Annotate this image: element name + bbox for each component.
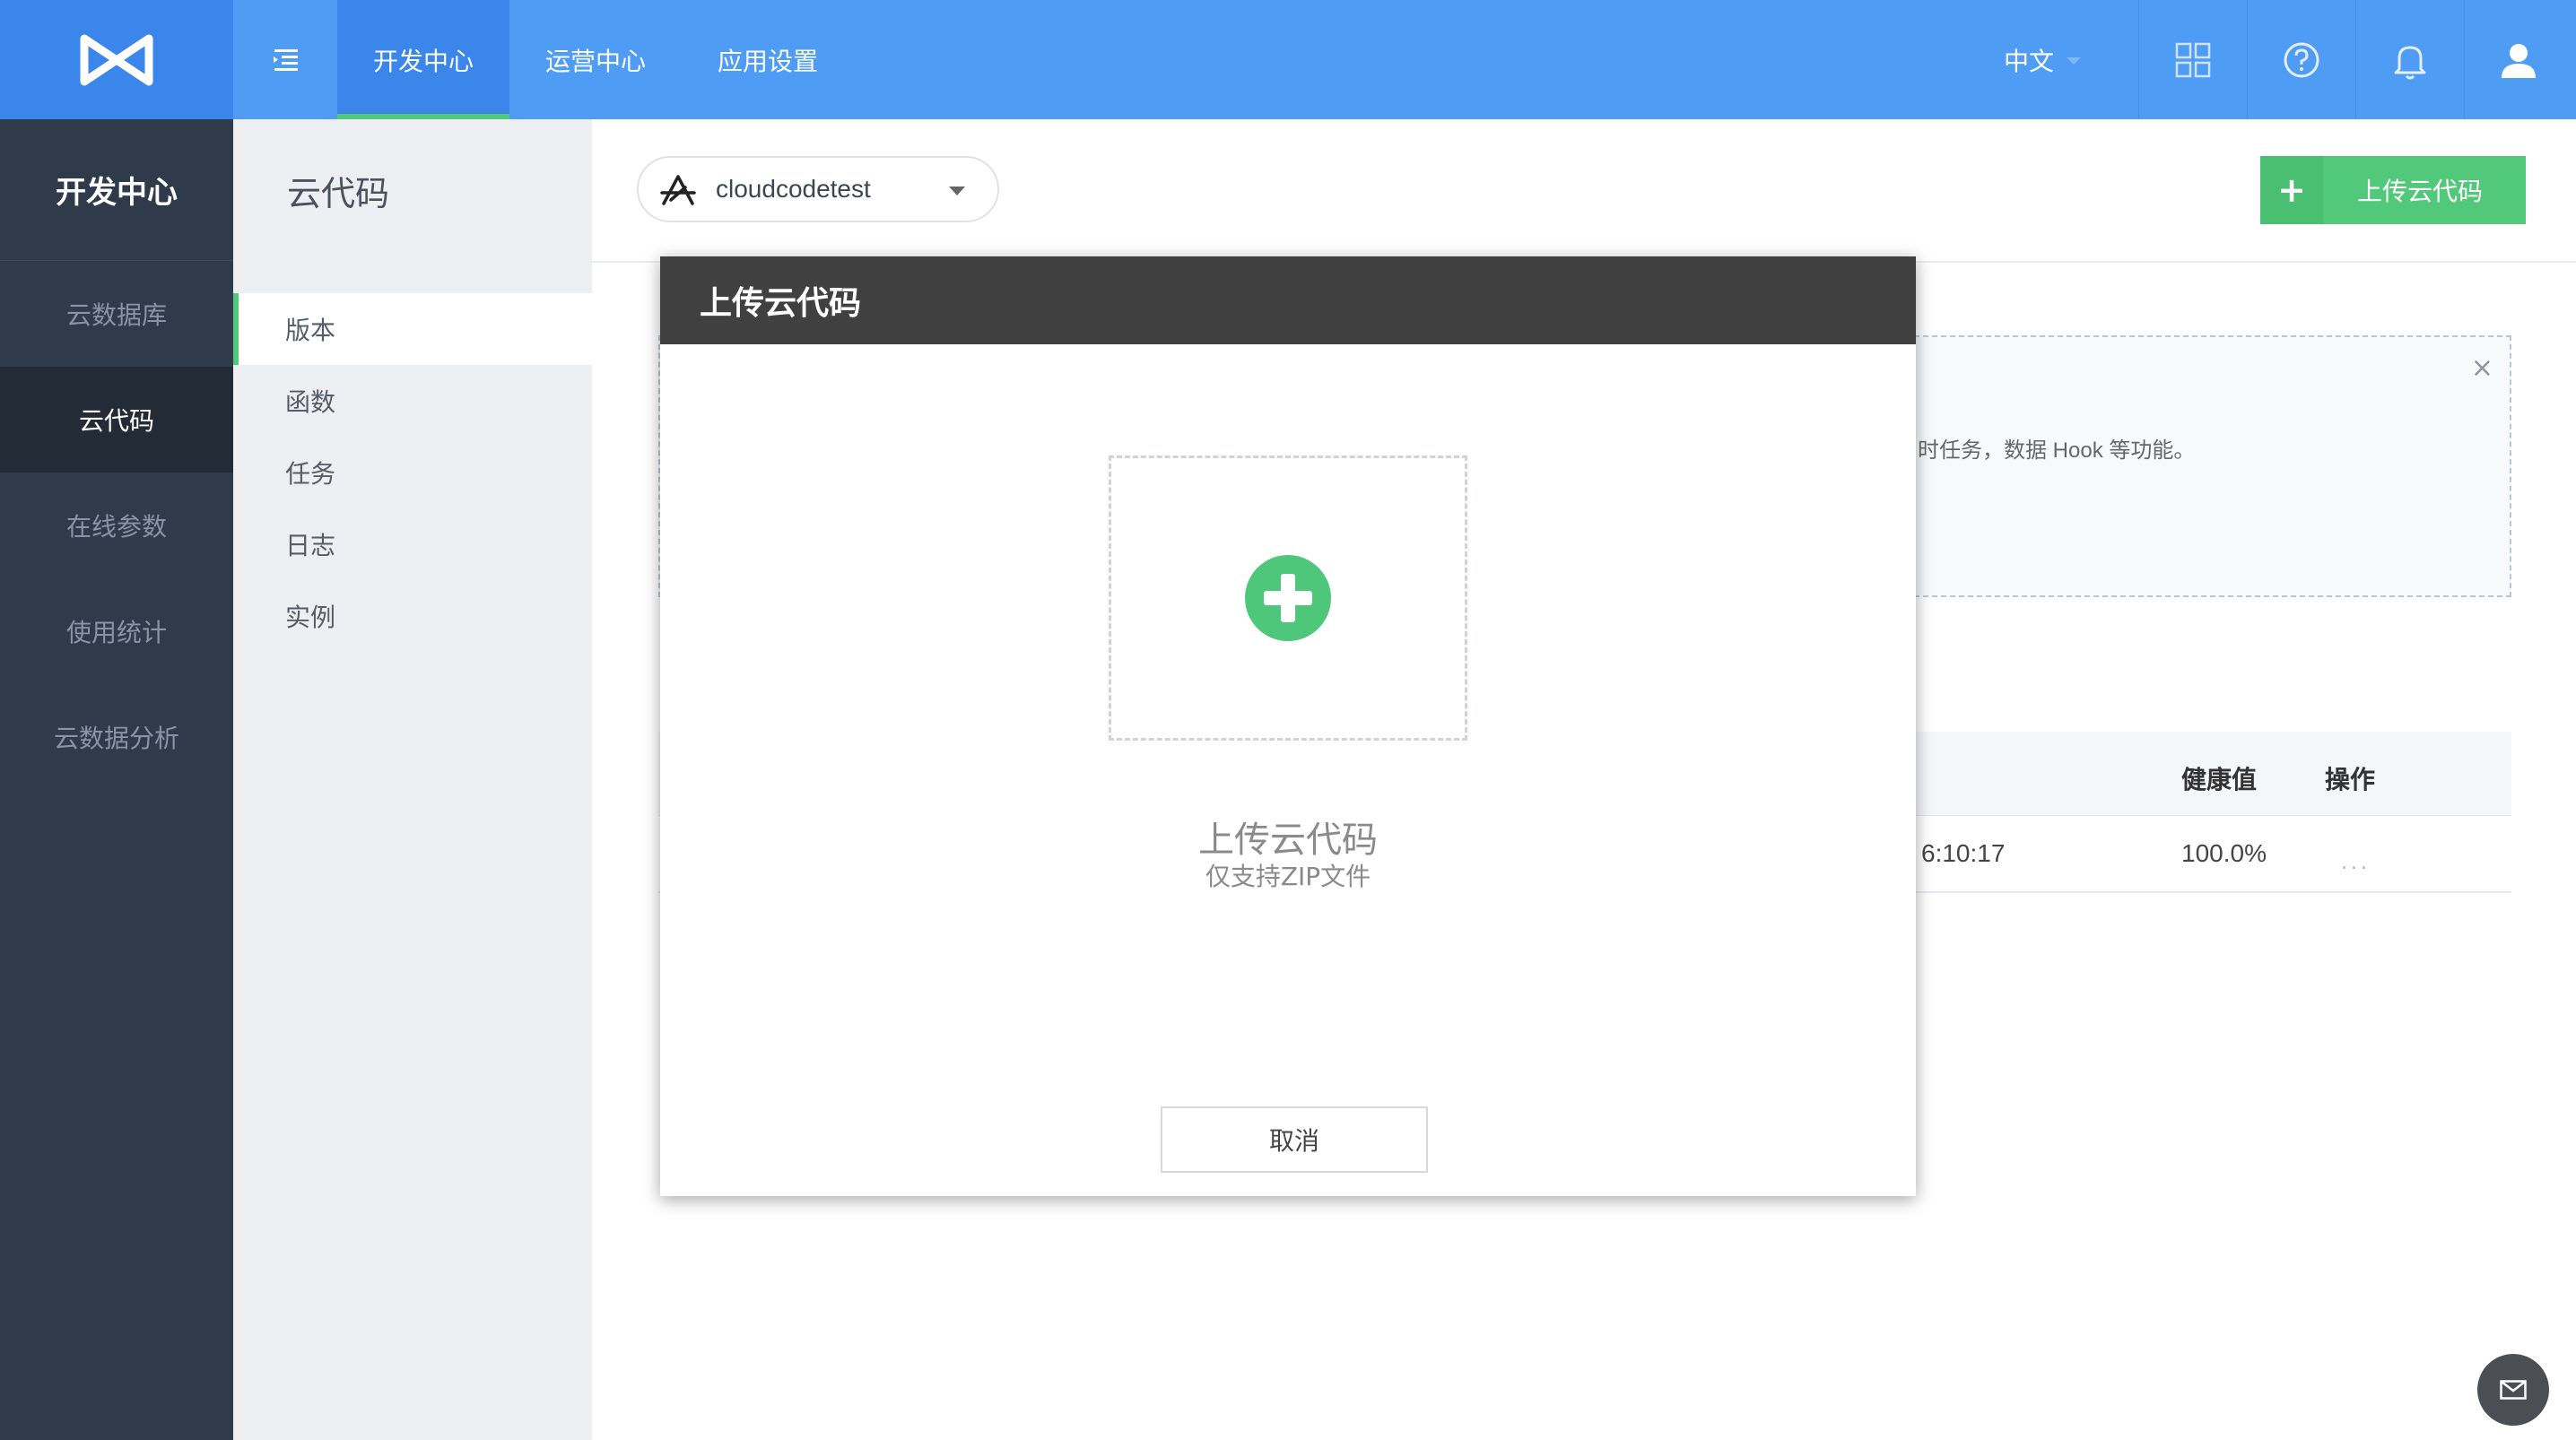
app-store-icon — [660, 175, 696, 205]
top-bar: 开发中心 运营中心 应用设置 中文 — [0, 0, 2576, 119]
upload-modal: 上传云代码 上传云代码 仅支持ZIP文件 取消 — [660, 256, 1916, 1196]
sidebar-item-cloud-database[interactable]: 云数据库 — [0, 261, 233, 367]
top-nav-ops-center[interactable]: 运营中心 — [509, 0, 682, 119]
notifications-button[interactable] — [2355, 0, 2464, 119]
mail-icon — [2500, 1380, 2527, 1400]
caret-down-icon — [949, 187, 965, 195]
top-nav: 开发中心 运营中心 应用设置 — [337, 0, 854, 119]
sidebar-item-cloud-code[interactable]: 云代码 — [0, 367, 233, 473]
help-icon — [2284, 42, 2319, 77]
feedback-button[interactable] — [2477, 1354, 2549, 1426]
close-icon[interactable]: × — [2471, 355, 2493, 382]
user-button[interactable] — [2464, 0, 2572, 119]
grid-icon — [2175, 42, 2211, 77]
app-selector-value: cloudcodetest — [716, 175, 871, 203]
sidebar-item-online-params[interactable]: 在线参数 — [0, 473, 233, 578]
column-header-actions: 操作 — [2325, 765, 2376, 794]
subnav-item-functions[interactable]: 函数 — [233, 365, 592, 437]
language-label: 中文 — [2004, 46, 2055, 76]
column-header-health: 健康值 — [2181, 765, 2258, 794]
upload-button-label: 上传云代码 — [2356, 177, 2483, 206]
app-selector[interactable]: cloudcodetest — [637, 156, 999, 222]
bell-icon — [2394, 46, 2426, 79]
top-nav-app-settings[interactable]: 应用设置 — [682, 0, 854, 119]
sidebar-item-usage-stats[interactable]: 使用统计 — [0, 578, 233, 684]
upload-cloud-code-button[interactable]: + 上传云代码 — [2260, 156, 2526, 224]
sidebar-title: 开发中心 — [0, 119, 233, 261]
notice-text: 时任务，数据 Hook 等功能。 — [1918, 438, 2196, 463]
dropzone-title: 上传云代码 — [1198, 820, 1378, 861]
subnav-title: 云代码 — [287, 173, 390, 213]
main-sidebar: 开发中心 云数据库 云代码 在线参数 使用统计 云数据分析 — [0, 119, 233, 1440]
sidebar-item-data-analysis[interactable]: 云数据分析 — [0, 684, 233, 790]
subnav-item-instances[interactable]: 实例 — [233, 580, 592, 652]
logo[interactable] — [0, 0, 233, 119]
chevron-down-icon — [2067, 56, 2082, 65]
user-icon — [2502, 43, 2536, 78]
more-actions-icon[interactable]: ... — [2341, 852, 2371, 874]
menu-toggle-button[interactable] — [233, 0, 337, 119]
sub-nav: 云代码 版本 函数 任务 日志 实例 — [233, 119, 592, 1440]
row-health: 100.0% — [2181, 839, 2267, 867]
subnav-item-logs[interactable]: 日志 — [233, 508, 592, 580]
language-selector[interactable]: 中文 — [2004, 0, 2082, 119]
row-time: 6:10:17 — [1921, 839, 2006, 867]
help-button[interactable] — [2247, 0, 2355, 119]
dropzone-hint: 仅支持ZIP文件 — [1205, 862, 1371, 891]
menu-indent-icon — [274, 48, 298, 71]
upload-dropzone[interactable] — [1109, 455, 1467, 741]
plus-icon: + — [2260, 156, 2323, 224]
subnav-item-tasks[interactable]: 任务 — [233, 437, 592, 508]
brand-logo-icon — [80, 34, 153, 85]
subnav-item-versions[interactable]: 版本 — [233, 293, 592, 365]
add-circle-icon — [1245, 555, 1331, 641]
subnav-list: 版本 函数 任务 日志 实例 — [233, 293, 592, 652]
cancel-button[interactable]: 取消 — [1161, 1106, 1428, 1173]
apps-grid-button[interactable] — [2138, 0, 2247, 119]
modal-title: 上传云代码 — [660, 256, 1916, 344]
top-nav-dev-center[interactable]: 开发中心 — [337, 0, 510, 119]
